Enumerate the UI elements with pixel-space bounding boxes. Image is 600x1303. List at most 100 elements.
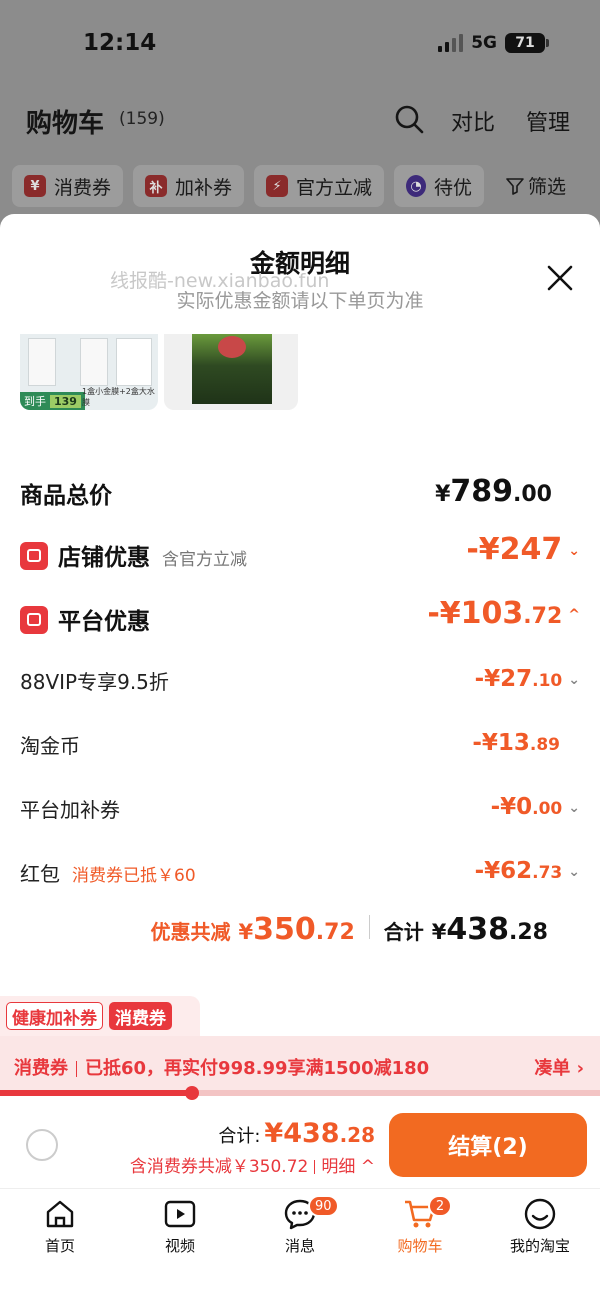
amount-detail-sheet: 金额明细 线报酷-new.xianbao.fun 实际优惠金额请以下单页为准 到… [0,214,600,1303]
currency-symbol: ¥ [431,920,447,944]
platform-discount-label-wrap: 平台优惠 [20,602,150,637]
discount-item-label: 淘金币 [20,734,80,758]
clock-icon: ◔ [406,175,427,197]
progress-fill [0,1090,192,1096]
search-icon[interactable] [393,103,425,135]
checkout-total-label: 合计: [218,1126,261,1147]
amount-dec: .28 [339,1123,375,1147]
currency-symbol: ¥ [435,482,451,507]
store-discount-row[interactable]: 店铺优惠 含官方立减 -¥247 ⌄ [20,532,580,572]
product-box-image [116,338,152,386]
network-label: 5G [471,33,497,53]
tab-label: 我的淘宝 [509,1237,570,1255]
filter-chips: ¥ 消费券 补加补券 ⚡ 官方立减 ◔ 待优 [12,165,485,207]
amount-dec: .00 [532,799,563,819]
consumption-coupon-tag: 消费券 [109,1002,172,1030]
tab-messages[interactable]: 消息 90 [240,1195,360,1256]
add-items-link[interactable]: 凑单 › [534,1054,584,1080]
page-title: 购物车 [26,109,105,139]
select-all-checkbox[interactable] [26,1129,58,1161]
manage-button[interactable]: 管理 [526,105,570,137]
total-discount-value: ¥350.72 [239,912,355,947]
chip-pending[interactable]: ◔ 待优 [394,165,485,207]
coupon-progress [0,1086,600,1100]
cart-header: 购物车 (159) 对比 管理 [0,95,600,145]
chevron-down-icon: ⌄ [568,799,580,816]
tab-profile[interactable]: 我的淘宝 [480,1197,600,1256]
amount-dec: .10 [532,671,563,691]
store-discount-label: 店铺优惠 [58,545,150,571]
chip-consumption-coupon[interactable]: ¥ 消费券 [12,165,124,207]
discount-item-row: 淘金币 -¥13.89 [20,730,580,760]
platform-discount-value: -¥103.72 ^ [427,596,580,631]
tab-home[interactable]: 首页 [0,1197,120,1256]
amount-dec: .89 [529,735,560,755]
coupon-text: 消费券 已抵60，再实付998.99享满1500减180 [14,1054,429,1080]
checkout-button[interactable]: 结算(2) [389,1113,587,1177]
goods-total-label: 商品总价 [20,483,112,509]
chip-subsidy-coupon[interactable]: 补加补券 [133,165,245,207]
tab-label: 购物车 [397,1237,443,1255]
goods-total-value: ¥789.00 [435,474,552,509]
tab-video[interactable]: 视频 [120,1197,240,1256]
amount-dec: .73 [532,863,563,883]
discount-item-label: 红包 [20,862,60,886]
checkout-total: 合计: ¥438.28 [218,1118,375,1149]
product-caption: 1盒小金膜+2盒大水膜 [82,387,155,407]
detail-toggle[interactable]: 明细 ^ [321,1157,375,1177]
compare-button[interactable]: 对比 [451,105,495,137]
health-subsidy-tag: 健康加补券 [6,1002,103,1030]
amount-int: -¥13 [472,730,530,756]
tab-label: 首页 [44,1237,75,1255]
total-label: 合计 [383,920,424,944]
filter-button[interactable]: 筛选 [506,172,566,199]
amount-int: ¥438 [264,1118,340,1149]
checkout-discount: 含消费券共减￥350.72 明细 ^ [130,1152,375,1177]
amount-int: -¥27 [474,666,533,692]
close-icon[interactable] [544,262,576,294]
platform-discount-row[interactable]: 平台优惠 -¥103.72 ^ [20,596,580,637]
product-thumbnail[interactable]: 到手 139 1盒小金膜+2盒大水膜 [20,334,158,410]
amount-int: -¥103 [427,596,524,631]
price-badge: 到手 139 [20,392,85,410]
bottom-tab-bar: 首页 视频 消息 90 购物车 2 我的淘宝 [0,1188,600,1303]
divider [368,915,370,939]
chevron-down-icon: ⌄ [568,863,580,880]
chip-label: 官方立减 [296,176,373,199]
goods-total-row: 商品总价 ¥789.00 [20,474,580,512]
amount-dec: .72 [315,920,355,945]
discount-item-row[interactable]: 88VIP专享9.5折 -¥27.10 ⌄ [20,666,580,696]
amount-dec: .72 [523,604,563,629]
discount-item-value: -¥13.89 [472,730,560,756]
chip-official-discount[interactable]: ⚡ 官方立减 [254,165,385,207]
status-time: 12:14 [83,30,157,56]
platform-discount-label: 平台优惠 [58,609,150,635]
chevron-down-icon: ⌄ [568,671,580,688]
product-thumbnails: 到手 139 1盒小金膜+2盒大水膜 [20,334,298,410]
divider [76,1061,77,1077]
battery-icon: 71 [505,33,549,53]
discount-item-row[interactable]: 红包 消费券已抵￥60 -¥62.73 ⌄ [20,858,580,888]
discount-item-note: 消费券已抵￥60 [72,866,196,886]
badge-label: 到手 [24,395,46,408]
tab-cart[interactable]: 购物车 2 [360,1195,480,1256]
discount-summary: 优惠共减 ¥350.72 合计 ¥438.28 [151,912,548,947]
store-discount-note: 含官方立减 [162,550,247,570]
amount-int: 350 [253,912,316,947]
discount-item-row[interactable]: 平台加补券 -¥0.00 ⌄ [20,794,580,824]
coupon-icon [20,605,48,634]
amount-int: -¥0 [490,794,533,820]
chevron-down-icon: ⌄ [568,542,580,559]
coupon-tags: 健康加补券 消费券 [0,996,200,1036]
status-indicators: 5G 71 [438,33,549,53]
amount-int: -¥62 [474,858,533,884]
product-thumbnail[interactable] [164,334,298,410]
coupon-icon: ¥ [24,175,46,197]
status-bar: 12:14 5G 71 [0,0,600,88]
video-icon [164,1200,196,1228]
filter-label: 筛选 [528,176,567,198]
coupon-label: 消费券 [14,1058,68,1079]
discount-item-label-wrap: 红包 消费券已抵￥60 [20,858,196,887]
badge-price: 139 [50,394,81,408]
profile-icon [524,1198,556,1230]
